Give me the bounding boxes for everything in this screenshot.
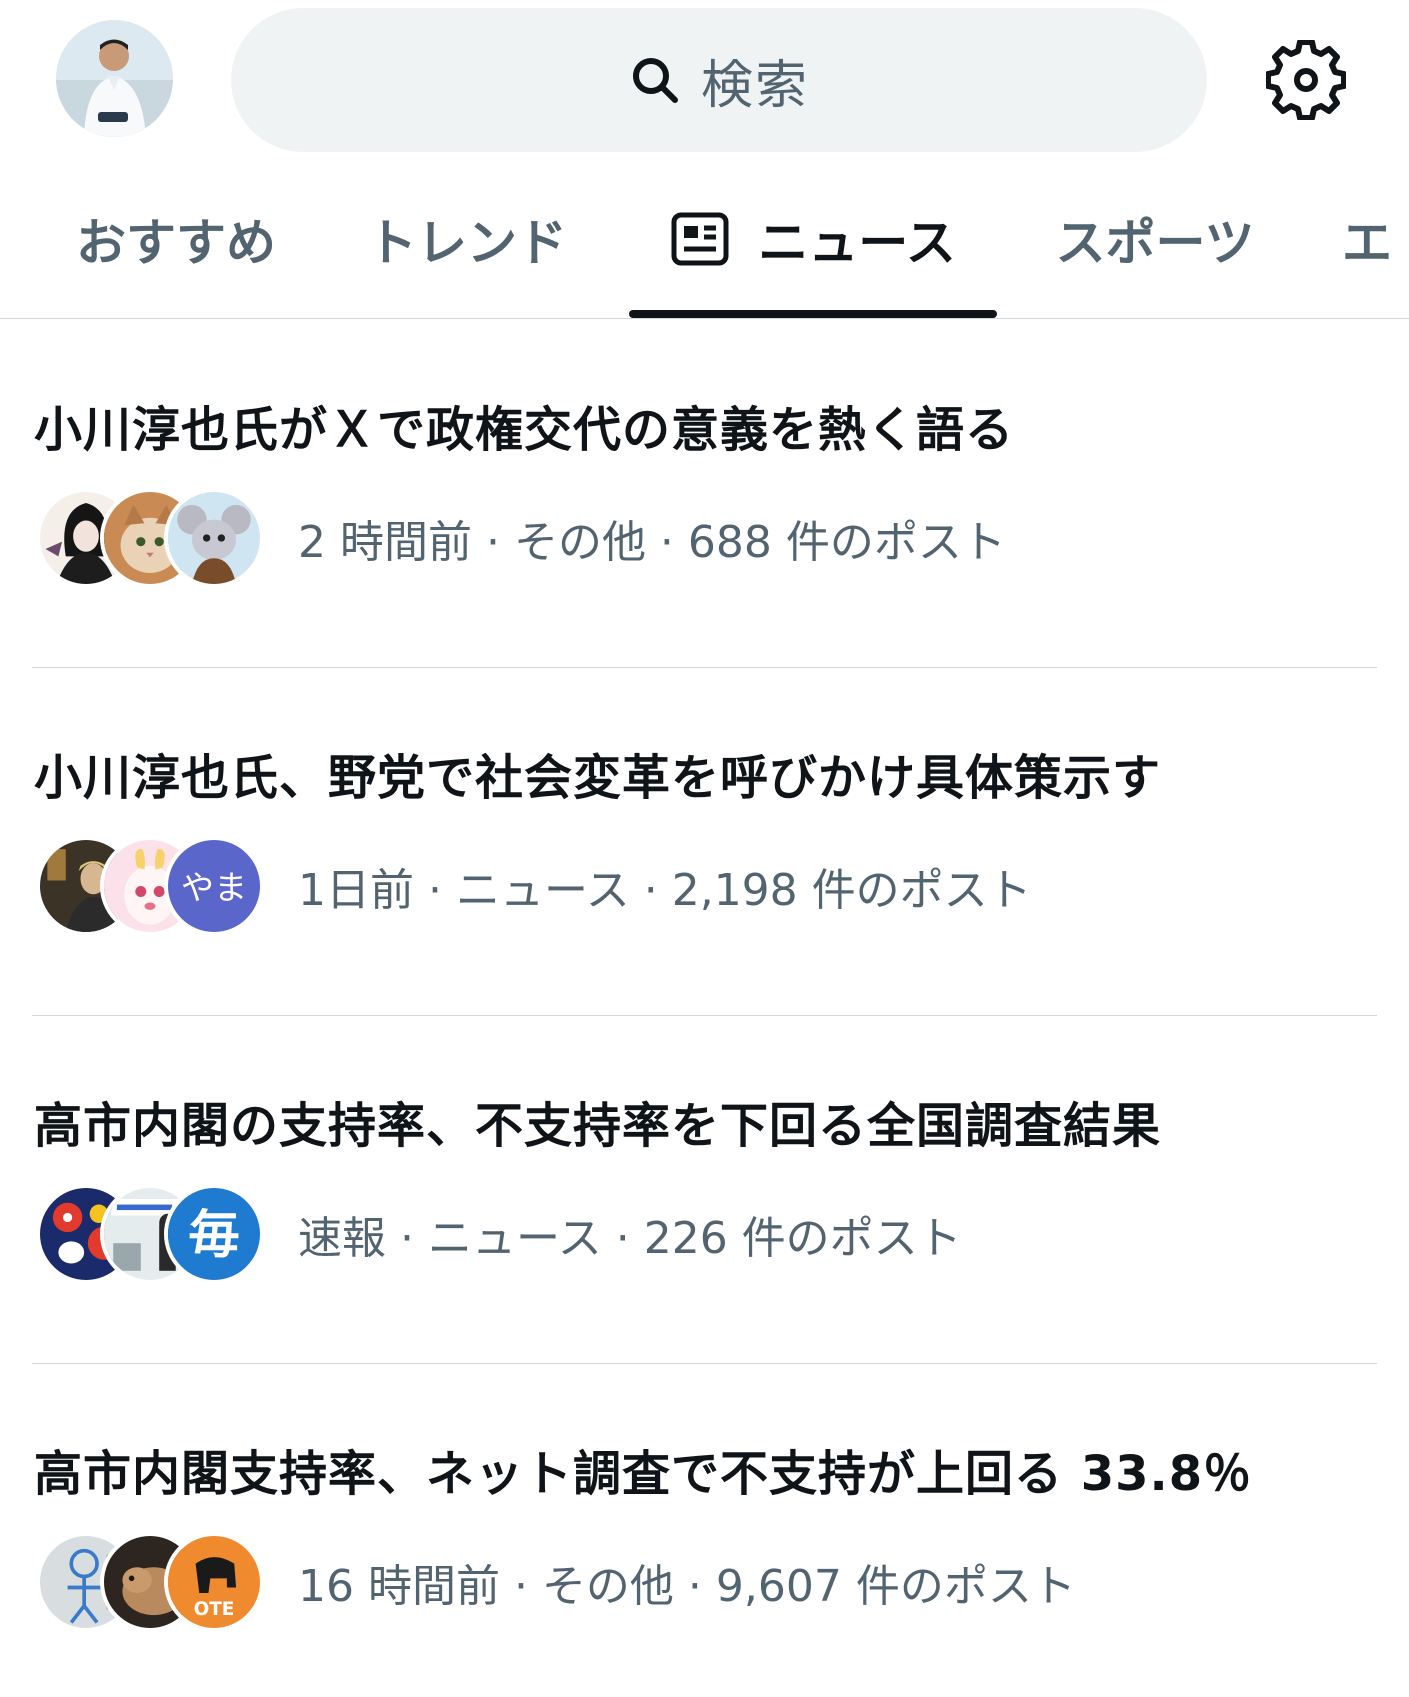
news-item[interactable]: 高市内閣支持率、ネット調査で不支持が上回る 33.8％ OTE 16 時間前 ·…	[0, 1364, 1409, 1697]
news-meta-text: 2 時間前 · その他 · 688 件のポスト	[298, 517, 1006, 568]
avatar-text: OTE	[194, 1599, 235, 1620]
gear-icon	[1265, 39, 1347, 121]
active-tab-indicator	[629, 310, 997, 318]
news-meta: 毎 速報 · ニュース · 226 件のポスト	[36, 1184, 962, 1284]
tab-label: トレンド	[367, 213, 567, 272]
news-meta: 2 時間前 · その他 · 688 件のポスト	[36, 488, 1006, 588]
top-header: 検索	[0, 0, 1409, 160]
tab-trending[interactable]: トレンド	[352, 160, 582, 317]
mainichi-avatar: 毎	[164, 1184, 264, 1284]
news-meta-text: 1日前 · ニュース · 2,198 件のポスト	[298, 865, 1032, 916]
news-item[interactable]: 小川淳也氏がＸで政権交代の意義を熱く語る 2 時間前 · その他 · 688 件…	[0, 320, 1409, 668]
elephant-avatar: OTE	[164, 1532, 264, 1632]
news-item[interactable]: 小川淳也氏、野党で社会変革を呼びかけ具体策示す やま 1日前 · ニュース · …	[0, 668, 1409, 1016]
participant-avatars: OTE	[36, 1532, 266, 1632]
participant-avatars	[36, 488, 266, 588]
news-meta-text: 16 時間前 · その他 · 9,607 件のポスト	[298, 1561, 1076, 1612]
news-title: 高市内閣の支持率、不支持率を下回る全国調査結果	[34, 1098, 1162, 1154]
explore-screen: 検索 おすすめ トレンド ニュース スポーツ エ 小川淳也氏がＸで政権交代の意義…	[0, 0, 1409, 1697]
participant-avatars: 毎	[36, 1184, 266, 1284]
avatar-text: 毎	[188, 1205, 240, 1265]
mouse-avatar	[164, 488, 264, 588]
explore-tabs: おすすめ トレンド ニュース スポーツ エ	[0, 160, 1409, 319]
news-title: 小川淳也氏がＸで政権交代の意義を熱く語る	[34, 402, 1015, 458]
settings-button[interactable]	[1265, 39, 1347, 121]
tab-recommended[interactable]: おすすめ	[56, 160, 296, 317]
tab-entertainment[interactable]: エ	[1342, 160, 1409, 317]
avatar-text: やま	[181, 868, 247, 907]
search-placeholder: 検索	[700, 55, 809, 116]
search-bar[interactable]: 検索	[231, 8, 1207, 152]
news-meta: やま 1日前 · ニュース · 2,198 件のポスト	[36, 836, 1032, 936]
participant-avatars: やま	[36, 836, 266, 936]
yama-text-avatar: やま	[164, 836, 264, 936]
news-meta: OTE 16 時間前 · その他 · 9,607 件のポスト	[36, 1532, 1076, 1632]
profile-avatar[interactable]	[56, 20, 173, 137]
tab-sports[interactable]: スポーツ	[1044, 160, 1266, 317]
news-item[interactable]: 高市内閣の支持率、不支持率を下回る全国調査結果 毎 速報 · ニュース · 22…	[0, 1016, 1409, 1364]
news-title: 小川淳也氏、野党で社会変革を呼びかけ具体策示す	[34, 750, 1162, 806]
tab-label: スポーツ	[1055, 213, 1255, 272]
tab-label: エ	[1342, 213, 1392, 272]
tab-label: ニュース	[758, 213, 956, 272]
news-title: 高市内閣支持率、ネット調査で不支持が上回る 33.8％	[34, 1446, 1253, 1502]
news-meta-text: 速報 · ニュース · 226 件のポスト	[298, 1213, 962, 1264]
tab-label: おすすめ	[76, 213, 276, 272]
tab-news[interactable]: ニュース	[640, 160, 986, 317]
search-icon	[632, 58, 678, 103]
newspaper-icon	[671, 212, 729, 265]
